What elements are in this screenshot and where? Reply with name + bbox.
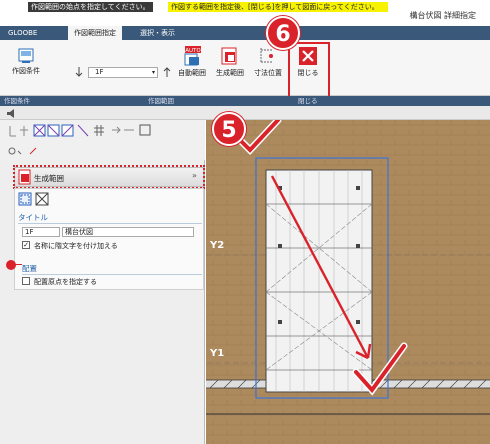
dimension-position-label: 寸法位置 bbox=[254, 69, 282, 77]
auto-badge: AUTO bbox=[185, 48, 201, 54]
ribbon-group-labels: 作図条件 作図範囲 閉じる bbox=[0, 96, 490, 106]
dimension-position-icon bbox=[260, 48, 273, 63]
tab-gloobe[interactable]: GLOOBE bbox=[2, 26, 43, 40]
down-arrow-icon[interactable] bbox=[74, 66, 84, 78]
drawing-canvas[interactable]: Y2 Y1 bbox=[206, 120, 490, 444]
speaker-icon bbox=[7, 109, 14, 118]
auto-range-button[interactable]: AUTO 自動範囲 bbox=[174, 46, 210, 78]
tool-strip bbox=[0, 120, 205, 160]
indicator-leader-line bbox=[12, 264, 22, 265]
range-mode-icons[interactable] bbox=[18, 192, 52, 206]
auto-range-icon: AUTO bbox=[184, 46, 201, 66]
step-badge-5: 5 bbox=[212, 112, 246, 146]
drawing-tools-icons[interactable] bbox=[4, 123, 204, 157]
add-floor-checkbox[interactable]: ✓ bbox=[22, 241, 30, 249]
screen: 構台伏図 詳細指定 GLOOBE 作図範囲指定 選択・表示 作図条件 1F ▾ bbox=[0, 0, 490, 444]
drawing-title-field[interactable]: 構台伏図 bbox=[62, 227, 194, 237]
placement-origin-checkbox[interactable] bbox=[22, 277, 30, 285]
prompt-message-close: 作図する範囲を指定後、[閉じる]を押して図面に戻ってください。 bbox=[168, 2, 388, 12]
auto-range-label: 自動範囲 bbox=[178, 69, 206, 77]
floor-select[interactable]: 1F ▾ bbox=[88, 67, 158, 78]
close-highlight-frame bbox=[288, 42, 330, 98]
prompt-message-start: 作図範囲の始点を指定してください。 bbox=[28, 2, 153, 12]
placement-section-label: 配置 bbox=[22, 264, 37, 273]
title-section-divider bbox=[18, 223, 202, 224]
prompt-bar bbox=[0, 106, 490, 120]
group-label-close: 閉じる bbox=[298, 97, 318, 105]
draw-conditions-button[interactable]: 作図条件 bbox=[6, 48, 46, 76]
indicator-dot-icon bbox=[6, 260, 16, 270]
draw-conditions-icon bbox=[18, 48, 34, 63]
group-label-range: 作図範囲 bbox=[148, 97, 174, 105]
title-section-label: タイトル bbox=[18, 213, 48, 222]
dimension-position-button[interactable]: 寸法位置 bbox=[250, 46, 286, 78]
generate-range-icon bbox=[221, 47, 237, 65]
draw-conditions-label: 作図条件 bbox=[12, 67, 40, 75]
placement-origin-label: 配置原点を指定する bbox=[34, 278, 97, 286]
placement-section-divider bbox=[22, 274, 202, 275]
step-badge-6: 6 bbox=[266, 16, 300, 50]
grid-label-y2: Y2 bbox=[210, 240, 225, 251]
scaffold-plan-drawing bbox=[206, 120, 490, 444]
page-header: 構台伏図 詳細指定 bbox=[409, 11, 476, 20]
generate-range-button[interactable]: 生成範囲 bbox=[212, 46, 248, 78]
ribbon: 作図条件 1F ▾ AUTO 自動範囲 生成範囲 寸法位置 閉じる bbox=[0, 40, 490, 96]
tab-select-display[interactable]: 選択・表示 bbox=[134, 26, 181, 40]
add-floor-label: 名称に階文字を付け加える bbox=[34, 242, 118, 250]
grid-label-y1: Y1 bbox=[210, 348, 225, 359]
chevron-down-icon: ▾ bbox=[151, 69, 155, 76]
tab-range-spec[interactable]: 作図範囲指定 bbox=[68, 26, 122, 40]
up-arrow-icon[interactable] bbox=[162, 66, 172, 78]
group-label-draw-conditions: 作図条件 bbox=[4, 97, 30, 105]
panel-header-highlight bbox=[13, 165, 205, 189]
floor-select-value: 1F bbox=[95, 68, 104, 76]
generate-range-label: 生成範囲 bbox=[216, 69, 244, 77]
ribbon-tab-bar: GLOOBE 作図範囲指定 選択・表示 bbox=[0, 26, 490, 40]
floor-name-field[interactable]: 1F bbox=[22, 227, 60, 237]
